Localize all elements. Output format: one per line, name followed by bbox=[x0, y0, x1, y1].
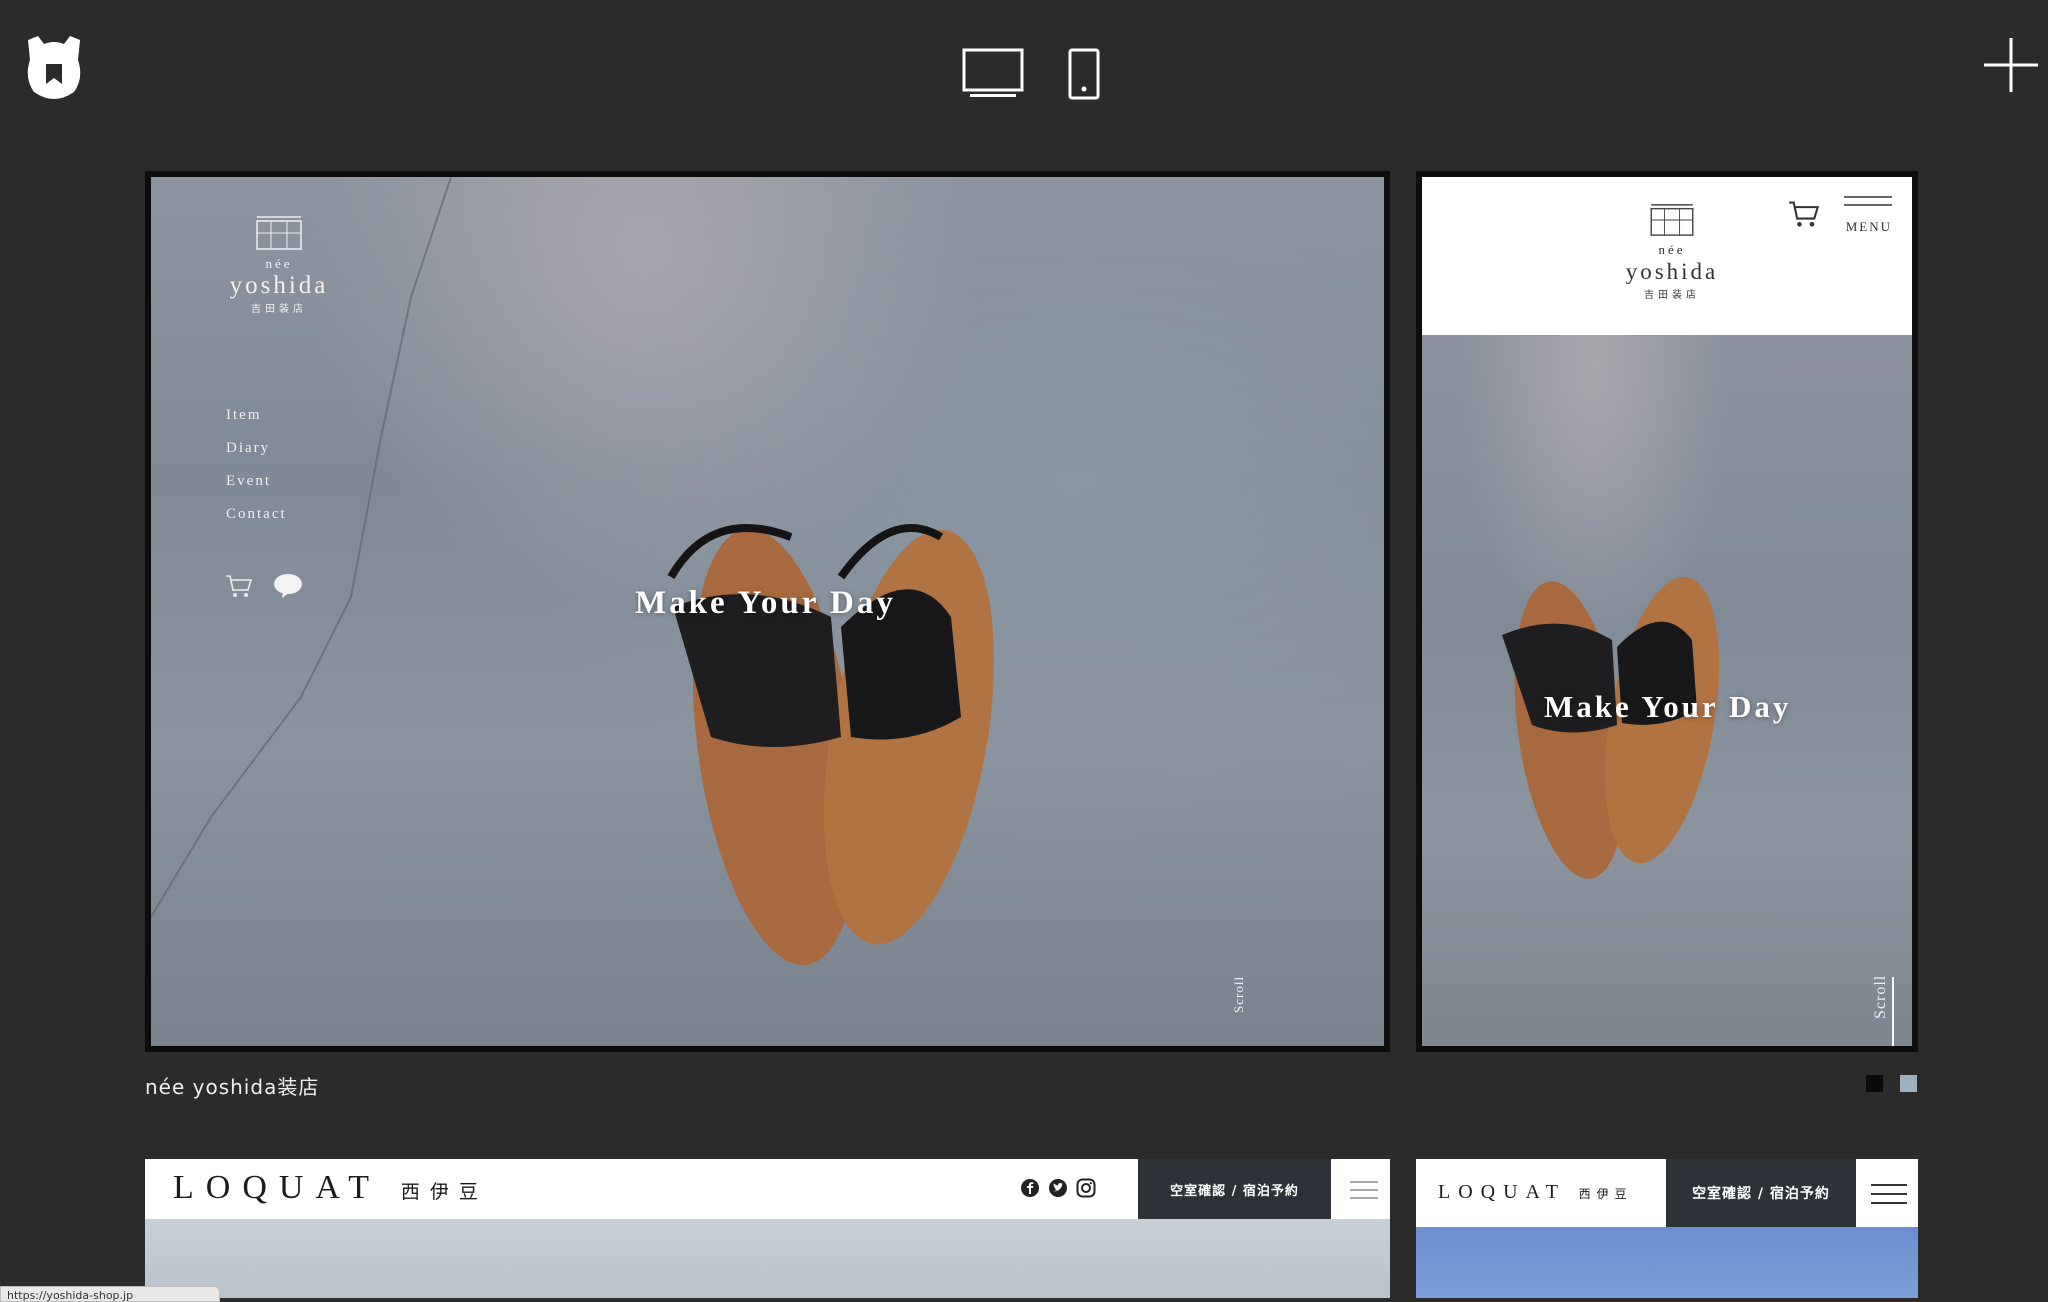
status-bar-url: https://yoshida-shop.jp bbox=[0, 1286, 220, 1302]
loquat-hero-photo bbox=[145, 1219, 1390, 1298]
desktop-preview-frame[interactable]: née yoshida 吉田装店 Item Diary Event Contac… bbox=[145, 171, 1390, 1052]
color-swatch-dark bbox=[1866, 1075, 1883, 1092]
site-brand[interactable]: née yoshida 吉田装店 bbox=[219, 215, 339, 315]
smartphone-icon[interactable] bbox=[1068, 48, 1100, 100]
hamburger-menu-icon[interactable] bbox=[1871, 1183, 1907, 1205]
mobile-preview-frame[interactable]: née yoshida 吉田装店 MENU Make Your Day Scro… bbox=[1416, 171, 1918, 1052]
hero-title: Make Your Day bbox=[635, 585, 896, 621]
twitter-icon[interactable] bbox=[1048, 1178, 1068, 1198]
brand-name: yoshida bbox=[229, 272, 329, 299]
desktop-hero-photo: née yoshida 吉田装店 Item Diary Event Contac… bbox=[151, 177, 1384, 1046]
loquat-desktop-preview[interactable]: LOQUAT 西伊豆 空室確認 / 宿泊予約 bbox=[145, 1159, 1390, 1298]
storefront-icon bbox=[256, 216, 302, 250]
facebook-icon[interactable] bbox=[1020, 1178, 1040, 1198]
loquat-logo[interactable]: LOQUAT 西伊豆 bbox=[1438, 1181, 1633, 1204]
social-links bbox=[1020, 1178, 1096, 1198]
monitor-icon[interactable] bbox=[962, 48, 1024, 100]
nav-item-contact[interactable]: Contact bbox=[226, 506, 287, 539]
booking-button[interactable]: 空室確認 / 宿泊予約 bbox=[1666, 1159, 1856, 1227]
brand-nee: née bbox=[265, 256, 293, 271]
mobile-header: née yoshida 吉田装店 MENU bbox=[1422, 177, 1912, 335]
brand-name: yoshida bbox=[1625, 259, 1719, 284]
scroll-line bbox=[1892, 977, 1894, 1046]
hero-title: Make Your Day bbox=[1544, 689, 1792, 724]
booking-button[interactable]: 空室確認 / 宿泊予約 bbox=[1138, 1159, 1331, 1219]
plus-icon[interactable] bbox=[1982, 36, 2040, 94]
hamburger-menu-icon[interactable] bbox=[1844, 195, 1892, 213]
brand-nee: née bbox=[1658, 242, 1686, 257]
loquat-logo-text: LOQUAT bbox=[1438, 1181, 1566, 1203]
scroll-indicator[interactable]: Scroll bbox=[1872, 975, 1890, 1019]
cart-icon[interactable] bbox=[1788, 199, 1820, 229]
loquat-logo-text: LOQUAT bbox=[173, 1169, 381, 1206]
sandals-illustration bbox=[1502, 576, 1720, 879]
storefront-icon bbox=[1650, 204, 1694, 236]
menu-label[interactable]: MENU bbox=[1846, 219, 1892, 235]
site-caption[interactable]: née yoshida装店 bbox=[145, 1071, 319, 1100]
site-nav: Item Diary Event Contact bbox=[226, 407, 287, 539]
brand-sub: 吉田装店 bbox=[1644, 290, 1700, 301]
loquat-logo-jp: 西伊豆 bbox=[1578, 1187, 1633, 1201]
line-chat-icon[interactable] bbox=[273, 573, 303, 599]
bear-logo-icon[interactable] bbox=[22, 34, 86, 102]
nav-item-item[interactable]: Item bbox=[226, 407, 287, 440]
instagram-icon[interactable] bbox=[1076, 1178, 1096, 1198]
hamburger-menu-icon[interactable] bbox=[1350, 1179, 1378, 1201]
nav-item-diary[interactable]: Diary bbox=[226, 440, 287, 473]
brand-sub: 吉田装店 bbox=[251, 304, 307, 315]
shop-icons bbox=[225, 573, 303, 599]
color-swatch-light bbox=[1900, 1075, 1917, 1092]
loquat-mobile-preview[interactable]: LOQUAT 西伊豆 空室確認 / 宿泊予約 bbox=[1416, 1159, 1918, 1298]
mobile-site-brand[interactable]: née yoshida 吉田装店 bbox=[1612, 203, 1732, 301]
scroll-indicator[interactable]: Scroll bbox=[1231, 976, 1247, 1013]
cart-icon[interactable] bbox=[225, 574, 253, 598]
nav-item-event[interactable]: Event bbox=[226, 473, 287, 506]
mobile-screen: née yoshida 吉田装店 MENU Make Your Day Scro… bbox=[1422, 177, 1912, 1046]
loquat-hero-photo bbox=[1416, 1227, 1918, 1298]
loquat-logo[interactable]: LOQUAT 西伊豆 bbox=[173, 1169, 488, 1207]
loquat-logo-jp: 西伊豆 bbox=[400, 1182, 488, 1203]
